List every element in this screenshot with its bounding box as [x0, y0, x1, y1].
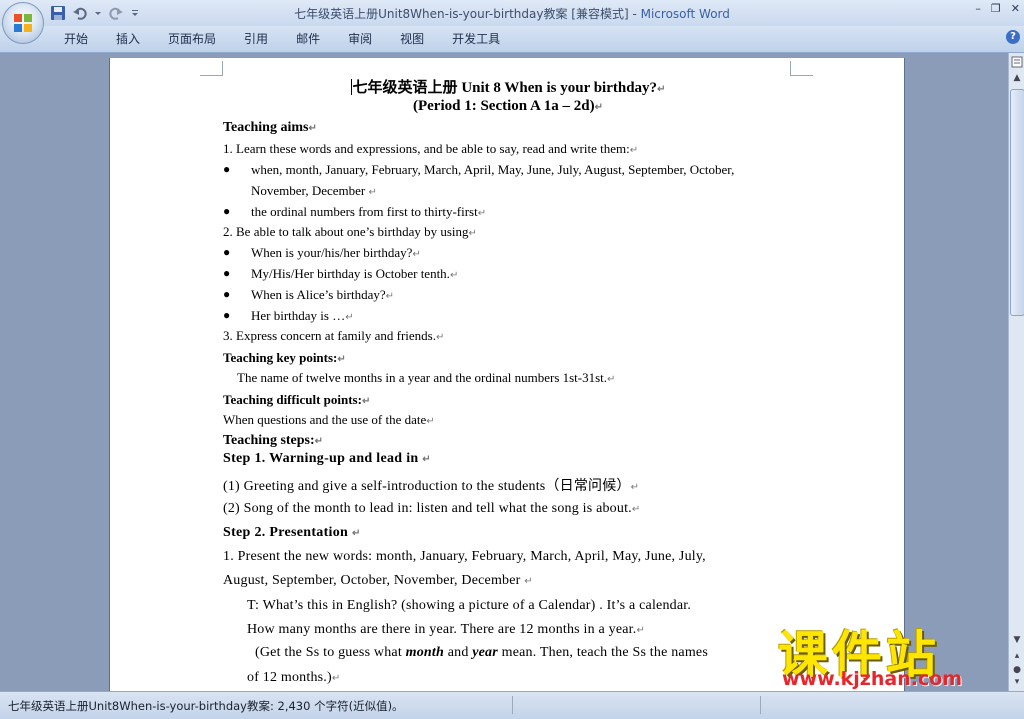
tab-view[interactable]: 视图	[386, 31, 438, 47]
key-text: The name of twelve months in a year and …	[237, 370, 608, 385]
window-title: 七年级英语上册Unit8When-is-your-birthday教案 [兼容模…	[0, 5, 1024, 22]
tab-review[interactable]: 审阅	[334, 31, 386, 47]
step-2-item-1a: 1. Present the new words: month, January…	[223, 549, 706, 565]
title-cn: 七年级英语上册	[352, 80, 458, 96]
key-points-heading: Teaching key points:↵	[223, 350, 346, 365]
tab-references[interactable]: 引用	[230, 31, 282, 47]
document-title: 七年级英语上册Unit8When-is-your-birthday教案 [兼容模…	[294, 7, 641, 21]
document-page[interactable]: 七年级英语上册 Unit 8 When is your birthday?↵ (…	[110, 58, 904, 691]
step-2-item-1b: August, September, October, November, De…	[223, 573, 533, 588]
aim-3-text: 3. Express concern at family and friends…	[223, 328, 436, 343]
restore-button[interactable]: ❐	[991, 2, 1001, 15]
aim-2: 2. Be able to talk about one’s birthday …	[223, 224, 477, 239]
steps-heading-text: Teaching steps:	[223, 433, 315, 448]
difficult-points-text: When questions and the use of the date↵	[223, 412, 435, 427]
s1-1-text: (1) Greeting and give a self-introductio…	[223, 479, 631, 494]
window-controls: – ❐ ✕	[975, 2, 1020, 15]
bullet-words-cont: November, December ↵	[251, 183, 377, 198]
scroll-up-icon[interactable]: ▲	[1010, 71, 1024, 85]
teacher-line-1: T: What’s this in English? (showing a pi…	[247, 598, 691, 614]
step-1-item-2: (2) Song of the month to lead in: listen…	[223, 501, 641, 516]
app-name: Microsoft Word	[640, 7, 730, 21]
watermark-logo: 课件站 www.kjzhan.com	[770, 620, 1015, 692]
text-cursor	[350, 79, 352, 95]
key-heading-text: Teaching key points:	[223, 350, 338, 365]
b4-text: Her birthday is …	[251, 308, 346, 323]
bullet-words-cont-text: November, December	[251, 183, 366, 198]
office-logo-icon	[14, 14, 32, 32]
s1-2-text: (2) Song of the month to lead in: listen…	[223, 501, 632, 516]
step-1-heading: Step 1. Warning-up and lead in ↵	[223, 451, 431, 466]
tab-developer[interactable]: 开发工具	[438, 31, 514, 47]
g-and-text: and	[444, 645, 473, 660]
bullet-icon: ●	[223, 204, 231, 218]
minimize-button[interactable]: –	[975, 2, 981, 15]
subtitle-text: (Period 1: Section A 1a – 2d)	[412, 98, 595, 114]
s2-1a-text: 1. Present the new words: month, January…	[223, 549, 706, 564]
teacher-line-2: How many months are there in year. There…	[247, 622, 646, 637]
step-1-item-1: (1) Greeting and give a self-introductio…	[223, 479, 640, 494]
g-pre-text: (Get the Ss to guess what	[255, 645, 406, 660]
status-divider	[760, 696, 761, 714]
bullet-icon: ●	[223, 308, 231, 322]
bullet-icon: ●	[223, 245, 231, 259]
t-line-2-text: How many months are there in year. There…	[247, 622, 637, 637]
steps-heading: Teaching steps:↵	[223, 433, 324, 448]
bullet-icon: ●	[223, 287, 231, 301]
aims-heading-text: Teaching aims	[223, 120, 309, 135]
step-2-text: Step 2. Presentation	[223, 525, 349, 540]
title-bar: 七年级英语上册Unit8When-is-your-birthday教案 [兼容模…	[0, 0, 1024, 26]
difficult-points-heading: Teaching difficult points:↵	[223, 392, 371, 407]
aim-1: 1. Learn these words and expressions, an…	[223, 141, 639, 156]
document-workspace: 七年级英语上册 Unit 8 When is your birthday?↵ (…	[0, 53, 1008, 691]
guess-line-1: (Get the Ss to guess what month and year…	[255, 645, 708, 661]
status-divider	[512, 696, 513, 714]
crop-mark-top-left	[200, 61, 223, 76]
g-line-2-text: of 12 months.)	[247, 670, 332, 685]
bullet-icon: ●	[223, 162, 231, 176]
step-1-text: Step 1. Warning-up and lead in	[223, 451, 419, 466]
vertical-scrollbar[interactable]: ▲ ▼ ▴ ● ▾	[1008, 53, 1024, 691]
scroll-thumb[interactable]	[1010, 89, 1024, 316]
diff-heading-text: Teaching difficult points:	[223, 392, 362, 407]
status-bar: 七年级英语上册Unit8When-is-your-birthday教案: 2,4…	[0, 691, 1024, 719]
doc-subtitle: (Period 1: Section A 1a – 2d)↵	[412, 98, 604, 114]
doc-title: 七年级英语上册 Unit 8 When is your birthday?↵	[350, 79, 666, 96]
b3-text: When is Alice’s birthday?	[251, 287, 386, 302]
aim-1-text: 1. Learn these words and expressions, an…	[223, 141, 630, 156]
tab-mailings[interactable]: 邮件	[282, 31, 334, 47]
watermark-url: www.kjzhan.com	[782, 668, 963, 690]
tab-insert[interactable]: 插入	[102, 31, 154, 47]
g-month-text: month	[405, 645, 444, 660]
b1-text: When is your/his/her birthday?	[251, 245, 413, 260]
ribbon: 开始 插入 页面布局 引用 邮件 审阅 视图 开发工具	[0, 26, 1024, 53]
view-ruler-icon[interactable]	[1010, 56, 1024, 70]
help-icon[interactable]: ?	[1006, 30, 1020, 44]
title-en: Unit 8 When is your birthday?	[457, 80, 658, 96]
bullet-icon: ●	[223, 266, 231, 280]
office-button[interactable]	[2, 2, 44, 44]
g-post-text: mean. Then, teach the Ss the names	[497, 645, 708, 660]
aims-heading: Teaching aims↵	[223, 120, 317, 135]
step-2-heading: Step 2. Presentation ↵	[223, 525, 361, 540]
diff-text: When questions and the use of the date	[223, 412, 427, 427]
close-button[interactable]: ✕	[1011, 2, 1020, 15]
crop-mark-top-right	[790, 61, 813, 76]
b2-text: My/His/Her birthday is October tenth.	[251, 266, 450, 281]
t-line-1-text: T: What’s this in English? (showing a pi…	[247, 598, 692, 613]
aim-3: 3. Express concern at family and friends…	[223, 328, 445, 343]
key-points-text: The name of twelve months in a year and …	[237, 370, 616, 385]
s2-1b-text: August, September, October, November, De…	[223, 573, 521, 588]
bullet-words-text: when, month, January, February, March, A…	[251, 162, 735, 177]
status-word-count[interactable]: 七年级英语上册Unit8When-is-your-birthday教案: 2,4…	[8, 698, 404, 714]
g-year-text: year	[472, 645, 498, 660]
tab-home[interactable]: 开始	[50, 31, 102, 47]
guess-line-2: of 12 months.)↵	[247, 670, 341, 685]
aim-2-text: 2. Be able to talk about one’s birthday …	[223, 224, 469, 239]
tab-page-layout[interactable]: 页面布局	[154, 31, 230, 47]
bullet-ordinals-text: the ordinal numbers from first to thirty…	[251, 204, 478, 219]
ribbon-tabs: 开始 插入 页面布局 引用 邮件 审阅 视图 开发工具	[50, 31, 514, 47]
